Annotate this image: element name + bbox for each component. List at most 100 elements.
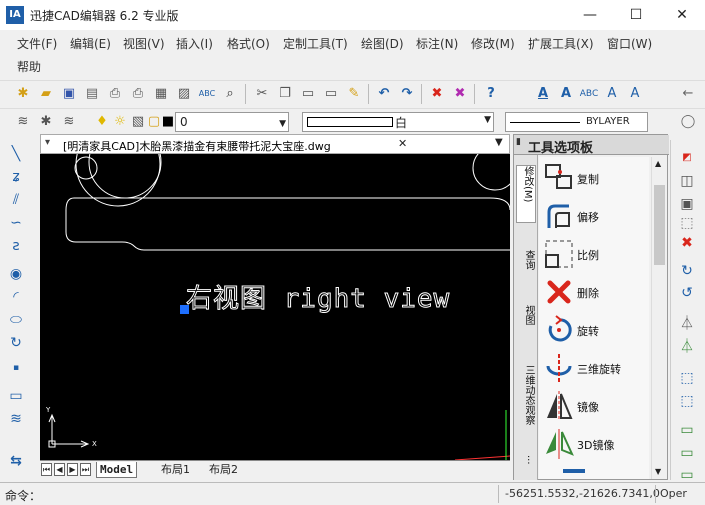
point-icon[interactable]: ▪ [3,358,29,378]
palette-scrollbar[interactable]: ▲ ▼ [651,157,667,479]
offset-object-icon[interactable]: ◫ [674,171,700,191]
tab-layout2[interactable]: 布局2 [206,462,241,478]
prev-tab-icon[interactable]: ◀ [54,463,65,476]
layer-state-icon[interactable]: ✱ [36,112,56,132]
layer-on-bulb-icon[interactable]: ♦ [92,112,112,132]
palette-tab-view[interactable]: 视图 [516,305,536,345]
tab-model[interactable]: Model [96,462,138,478]
array-icon[interactable]: ▣ [674,194,700,214]
sketch-icon[interactable]: ƨ [3,236,29,256]
scroll-up-icon[interactable]: ▲ [655,159,661,168]
scale-object-icon[interactable]: ⬚ [674,213,700,233]
next-tab-icon[interactable]: ▶ [67,463,78,476]
document-tab[interactable]: ▾ [明清家具CAD]木胎黑漆描金有束腰带托泥大宝座.dwg ✕ ▼ [40,134,510,154]
circle-icon[interactable]: ◉ [3,264,29,284]
tab-layout1[interactable]: 布局1 [158,462,193,478]
command-line[interactable]: 命令： [5,487,41,504]
layer-freeze-sun-icon[interactable]: ☼ [110,112,130,132]
drawing-canvas[interactable]: Y X 右视图 right view [40,154,510,460]
close-button[interactable]: ✕ [659,0,705,30]
layer-dropdown[interactable]: 0 ▼ [175,112,289,132]
palette-item-mirror[interactable]: 镜像 [539,387,649,425]
undo-icon[interactable]: ↶ [374,84,394,104]
menu-draw[interactable]: 绘图(D) [361,35,404,52]
revision-cloud-icon[interactable]: ↻ [3,333,29,353]
palette-item-delete[interactable]: 删除 [539,273,649,311]
ellipse-icon[interactable]: ⬭ [3,310,29,330]
save-icon[interactable]: ▣ [59,84,79,104]
menu-help[interactable]: 帮助 [17,58,41,75]
copy-object-icon[interactable]: ◩ [674,148,700,168]
export-icon[interactable]: ▨ [174,84,194,104]
scroll-down-icon[interactable]: ▼ [655,467,661,476]
rectangle-icon[interactable]: ▭ [3,386,29,406]
stretch-icon[interactable]: ⬚ [674,368,700,388]
menu-extensions[interactable]: 扩展工具(X) [528,35,594,52]
text-scale-icon[interactable]: ABC [579,84,599,104]
copy-with-basepoint-icon[interactable]: ▭ [321,84,341,104]
polyline-icon[interactable]: ʑ [3,167,29,187]
erase-icon[interactable]: ✖ [427,84,447,104]
palette-item-offset[interactable]: 偏移 [539,197,649,235]
refresh-icon[interactable]: ⇆ [3,451,29,471]
break-icon[interactable]: ▭ [674,420,700,440]
last-tab-icon[interactable]: ⏭ [80,463,91,476]
new-file-icon[interactable]: ✱ [13,84,33,104]
match-properties-icon[interactable]: ✎ [344,84,364,104]
menu-modify[interactable]: 修改(M) [471,35,515,52]
delete-object-icon[interactable]: ✖ [674,233,700,253]
palette-item-copy[interactable]: 复制 [539,159,649,197]
palette-item-rotate[interactable]: 旋转 [539,311,649,349]
drawing-view-label[interactable]: 右视图 right view [185,278,450,315]
first-tab-icon[interactable]: ⏮ [41,463,52,476]
mirror-3d-object-icon[interactable]: ⏃ [674,337,700,357]
palette-tab-3d-orbit[interactable]: 三维动态观察 [516,365,536,440]
menu-dimension[interactable]: 标注(N) [416,35,458,52]
paste-icon[interactable]: ▭ [298,84,318,104]
helix-icon[interactable]: ≋ [3,409,29,429]
trim-icon[interactable]: ⬚ [674,391,700,411]
menu-custom-tools[interactable]: 定制工具(T) [283,35,348,52]
linetype-dropdown[interactable]: BYLAYER [505,112,648,132]
find-text-icon[interactable]: A [625,84,645,104]
maximize-button[interactable]: ☐ [613,0,659,30]
plot-icon[interactable]: ▦ [151,84,171,104]
scroll-thumb[interactable] [654,185,665,265]
line-icon[interactable]: ╲ [3,144,29,164]
print-preview-icon[interactable]: ⎙ [128,84,148,104]
spline-icon[interactable]: ∽ [3,213,29,233]
palette-tab-modify[interactable]: 修改(M) [516,165,536,223]
find-icon[interactable]: ⌕ [220,84,240,104]
palette-item-scale[interactable]: 比例 [539,235,649,273]
text-style-icon[interactable]: A [533,84,553,104]
help-icon[interactable]: ? [481,84,501,104]
edit-text-icon[interactable]: A [602,84,622,104]
multiline-text-icon[interactable]: A [556,84,576,104]
palette-tab-more[interactable]: ... [516,455,536,475]
close-document-icon[interactable]: ✕ [398,137,407,150]
menu-view[interactable]: 视图(V) [123,35,165,52]
print-icon[interactable]: ⎙ [105,84,125,104]
spellcheck-icon[interactable]: ABC [197,84,217,104]
orbit-icon[interactable]: ◯ [678,112,698,132]
menu-format[interactable]: 格式(O) [227,35,270,52]
purge-icon[interactable]: ✖ [450,84,470,104]
grip-icon[interactable]: ▮ [516,137,521,147]
rotate-object-icon[interactable]: ↻ [674,261,700,281]
menu-window[interactable]: 窗口(W) [607,35,652,52]
menu-edit[interactable]: 编辑(E) [70,35,111,52]
tab-menu-icon[interactable]: ▾ [45,137,50,148]
construction-line-icon[interactable]: ⫽ [3,190,29,210]
minimize-button[interactable]: — [567,0,613,30]
redo-icon[interactable]: ↷ [397,84,417,104]
palette-item-3d-rotate[interactable]: 三维旋转 [539,349,649,387]
mirror-object-icon[interactable]: ⏃ [674,314,700,334]
layer-manager-icon[interactable]: ≋ [13,112,33,132]
rotate-3d-object-icon[interactable]: ↺ [674,283,700,303]
arc-icon[interactable]: ◜ [3,287,29,307]
collapse-arrow-icon[interactable]: ← [678,84,698,104]
palette-item-3d-mirror[interactable]: 3D镜像 [539,425,649,463]
join-icon[interactable]: ▭ [674,443,700,463]
open-folder-icon[interactable]: ▰ [36,84,56,104]
color-dropdown[interactable]: 白 ▼ [302,112,494,132]
